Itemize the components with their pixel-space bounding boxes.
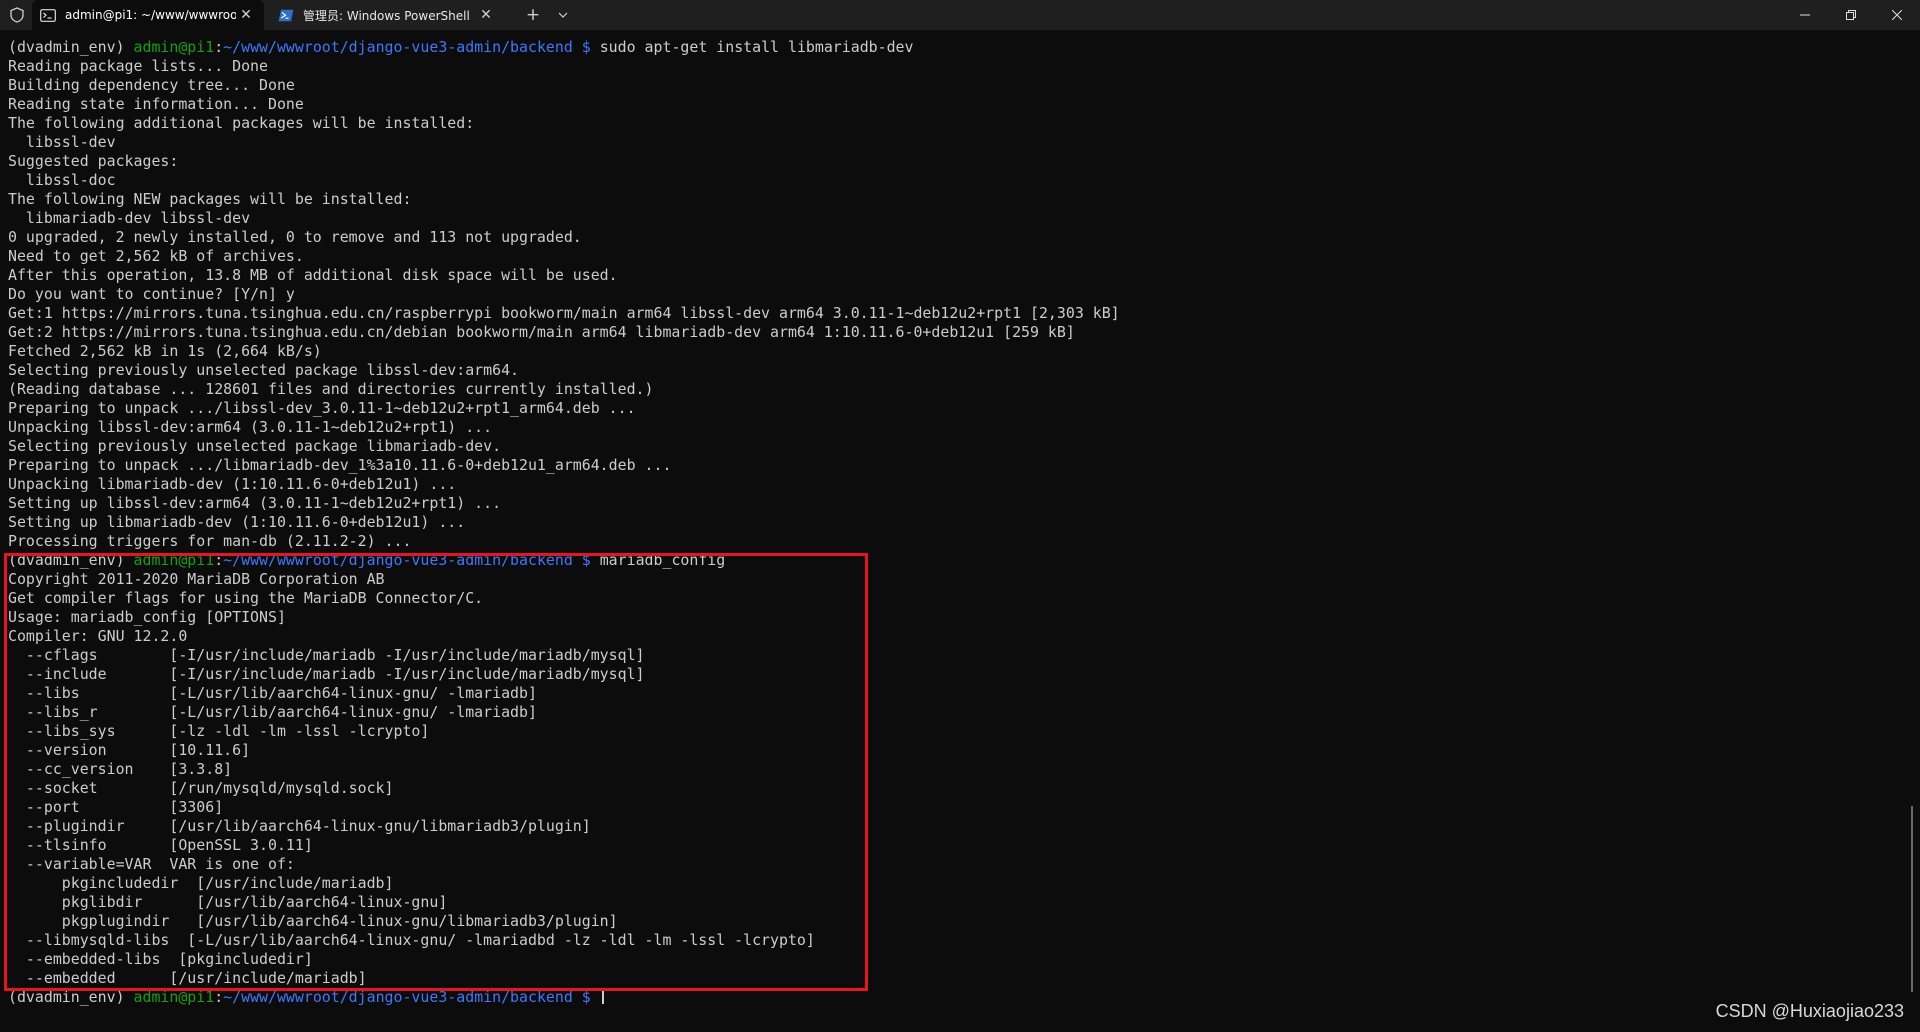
prompt-path: ~/www/wwwroot/django-vue3-admin/backend [223,38,573,56]
output-line: --tlsinfo [OpenSSL 3.0.11] [8,836,313,854]
prompt-dollar: $ [572,988,600,1006]
prompt-path: ~/www/wwwroot/django-vue3-admin/backend [223,551,573,569]
close-window-button[interactable] [1874,0,1920,30]
output-line: Building dependency tree... Done [8,76,295,94]
output-line: libssl-dev [8,133,116,151]
command-text: sudo apt-get install libmariadb-dev [599,38,914,56]
output-line: Do you want to continue? [Y/n] y [8,285,295,303]
output-line: --libs [-L/usr/lib/aarch64-linux-gnu/ -l… [8,684,537,702]
minimize-icon [1800,14,1810,16]
output-line: --version [10.11.6] [8,741,251,759]
restore-icon [1846,10,1856,20]
prompt-env: (dvadmin_env) [8,988,134,1006]
output-line: --cflags [-I/usr/include/mariadb -I/usr/… [8,646,645,664]
command-text: mariadb_config [599,551,726,569]
output-line: Get compiler flags for using the MariaDB… [8,589,484,607]
close-icon[interactable]: ✕ [236,5,256,25]
prompt-separator: : [214,551,224,569]
output-line: Unpacking libssl-dev:arm64 (3.0.11-1~deb… [8,418,493,436]
command-output: Copyright 2011-2020 MariaDB Corporation … [8,570,1888,988]
tab-title: 管理员: Windows PowerShell [303,8,470,23]
shield-icon [8,6,26,24]
tab-powershell[interactable]: 管理员: Windows PowerShell ✕ [270,0,504,30]
close-icon [1892,10,1902,20]
output-line: (Reading database ... 128601 files and d… [8,380,654,398]
output-line: --plugindir [/usr/lib/aarch64-linux-gnu/… [8,817,591,835]
output-line: libmariadb-dev libssl-dev [8,209,251,227]
output-line: --include [-I/usr/include/mariadb -I/usr… [8,665,645,683]
prompt-env: (dvadmin_env) [8,38,134,56]
command-output: Reading package lists... Done Building de… [8,57,1888,551]
output-line: pkgincludedir [/usr/include/mariadb] [8,874,394,892]
output-line: libssl-doc [8,171,116,189]
output-line: --libmysqld-libs [-L/usr/lib/aarch64-lin… [8,931,815,949]
output-line: Preparing to unpack .../libssl-dev_3.0.1… [8,399,636,417]
output-line: --variable=VAR VAR is one of: [8,855,295,873]
prompt-dollar: $ [572,551,600,569]
prompt-user: admin@pi1 [133,38,215,56]
output-line: --embedded-libs [pkgincludedir] [8,950,313,968]
output-line: Unpacking libmariadb-dev (1:10.11.6-0+de… [8,475,457,493]
output-line: Preparing to unpack .../libmariadb-dev_1… [8,456,672,474]
prompt-path: ~/www/wwwroot/django-vue3-admin/backend [223,988,573,1006]
output-line: Need to get 2,562 kB of archives. [8,247,304,265]
output-line: Copyright 2011-2020 MariaDB Corporation … [8,570,385,588]
terminal-icon [40,8,56,22]
output-line: pkgplugindir [/usr/lib/aarch64-linux-gnu… [8,912,618,930]
output-line: Usage: mariadb_config [OPTIONS] [8,608,286,626]
prompt-separator: : [214,988,224,1006]
output-line: --embedded [/usr/include/mariadb] [8,969,367,987]
output-line: Get:1 https://mirrors.tuna.tsinghua.edu.… [8,304,1120,322]
watermark: CSDN @Huxiaojiao233 [1715,1001,1904,1021]
output-line: --socket [/run/mysqld/mysqld.sock] [8,779,394,797]
output-line: The following NEW packages will be insta… [8,190,412,208]
terminal-window: admin@pi1: ~/www/wwwroot ✕ 管理员: Windows … [0,0,1920,1032]
prompt-line: (dvadmin_env) admin@pi1:~/www/wwwroot/dj… [8,551,1888,570]
output-line: --cc_version [3.3.8] [8,760,233,778]
prompt-dollar: $ [572,38,600,56]
tab-admin-terminal[interactable]: admin@pi1: ~/www/wwwroot ✕ [32,0,264,30]
restore-button[interactable] [1828,0,1874,30]
title-bar: admin@pi1: ~/www/wwwroot ✕ 管理员: Windows … [0,0,1920,30]
prompt-line-current[interactable]: (dvadmin_env) admin@pi1:~/www/wwwroot/dj… [8,988,1888,1007]
scrollbar-thumb[interactable] [1911,806,1913,992]
output-line: --libs_r [-L/usr/lib/aarch64-linux-gnu/ … [8,703,537,721]
output-line: After this operation, 13.8 MB of additio… [8,266,618,284]
output-line: The following additional packages will b… [8,114,475,132]
tab-title: admin@pi1: ~/www/wwwroot [65,8,236,22]
output-line: Get:2 https://mirrors.tuna.tsinghua.edu.… [8,323,1075,341]
prompt-user: admin@pi1 [133,988,215,1006]
output-line: Fetched 2,562 kB in 1s (2,664 kB/s) [8,342,322,360]
output-line: Setting up libssl-dev:arm64 (3.0.11-1~de… [8,494,502,512]
output-line: Reading state information... Done [8,95,304,113]
minimize-button[interactable] [1782,0,1828,30]
output-line: Compiler: GNU 12.2.0 [8,627,188,645]
output-line: Suggested packages: [8,152,179,170]
new-tab-button[interactable]: + [520,4,546,26]
chevron-down-icon [558,12,568,18]
plus-icon: + [525,5,541,25]
output-line: pkglibdir [/usr/lib/aarch64-linux-gnu] [8,893,448,911]
output-line: 0 upgraded, 2 newly installed, 0 to remo… [8,228,582,246]
output-line: --port [3306] [8,798,224,816]
terminal-output[interactable]: (dvadmin_env) admin@pi1:~/www/wwwroot/dj… [8,38,1888,1007]
close-icon[interactable]: ✕ [476,5,496,25]
powershell-icon [278,8,294,22]
tab-dropdown-button[interactable] [550,4,576,26]
prompt-separator: : [214,38,224,56]
output-line: Processing triggers for man-db (2.11.2-2… [8,532,412,550]
prompt-env: (dvadmin_env) [8,551,134,569]
prompt-user: admin@pi1 [133,551,215,569]
prompt-line: (dvadmin_env) admin@pi1:~/www/wwwroot/dj… [8,38,1888,57]
output-line: Selecting previously unselected package … [8,437,502,455]
output-line: Setting up libmariadb-dev (1:10.11.6-0+d… [8,513,466,531]
output-line: --libs_sys [-lz -ldl -lm -lssl -lcrypto] [8,722,430,740]
output-line: Selecting previously unselected package … [8,361,520,379]
text-cursor [601,989,604,1004]
output-line: Reading package lists... Done [8,57,268,75]
